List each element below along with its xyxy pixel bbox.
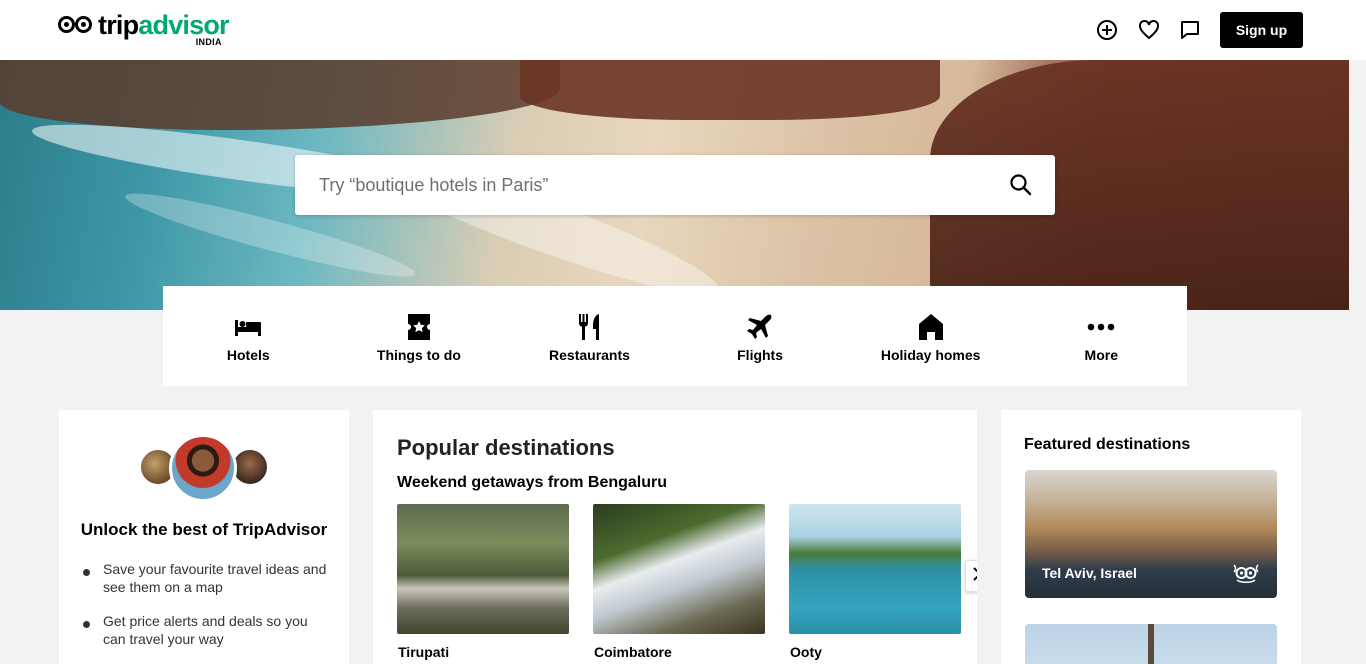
unlock-card: Unlock the best of TripAdvisor Save your…	[59, 410, 349, 664]
featured-destinations-card: Featured destinations Tel Aviv, Israel	[1001, 410, 1301, 664]
destination-image	[789, 504, 961, 634]
category-label: Things to do	[376, 347, 461, 363]
search-bar[interactable]	[295, 155, 1055, 215]
category-label: Holiday homes	[880, 347, 981, 363]
destination-name: Tirupati	[398, 644, 450, 660]
destination-image	[593, 504, 765, 634]
destination-name: Tel Aviv, Israel	[1042, 565, 1137, 581]
unlock-title: Unlock the best of TripAdvisor	[80, 520, 328, 539]
destination-card[interactable]: Ooty	[789, 504, 961, 660]
popular-destinations-card: Popular destinations Weekend getaways fr…	[373, 410, 977, 664]
benefits-list: Save your favourite travel ideas and see…	[83, 560, 333, 664]
list-item: Save your favourite travel ideas and see…	[83, 560, 333, 596]
carousel-next-button[interactable]	[965, 560, 977, 592]
category-flights[interactable]: Flights	[675, 286, 846, 386]
fork-knife-icon	[574, 313, 604, 341]
destination-name: Ooty	[790, 644, 822, 660]
logo-advisor: advisor	[138, 10, 229, 40]
category-label: Flights	[737, 347, 784, 363]
section-subtitle: Weekend getaways from Bengaluru	[397, 474, 667, 491]
search-icon[interactable]	[1009, 173, 1033, 197]
logo-region: INDIA	[195, 37, 222, 47]
destination-name: Coimbatore	[594, 644, 672, 660]
travellers-choice-badge-icon	[1231, 561, 1261, 585]
destination-image	[397, 504, 569, 634]
tripadvisor-logo[interactable]: tripadvisor INDIA	[58, 10, 230, 47]
ticket-star-icon	[404, 313, 434, 341]
category-restaurants[interactable]: Restaurants	[504, 286, 675, 386]
category-label: Hotels	[226, 347, 270, 363]
avatar	[169, 434, 237, 502]
bed-icon	[233, 313, 263, 341]
signup-button[interactable]: Sign up	[1220, 12, 1303, 48]
owl-logo-icon	[58, 14, 96, 36]
category-holiday-homes[interactable]: Holiday homes	[845, 286, 1016, 386]
plane-icon	[745, 313, 775, 341]
logo-trip: trip	[98, 10, 139, 40]
destination-card[interactable]: Coimbatore	[593, 504, 765, 660]
destination-image	[1148, 624, 1154, 664]
top-header: tripadvisor INDIA Sign up	[0, 0, 1366, 60]
category-more[interactable]: More	[1016, 286, 1187, 386]
category-things-to-do[interactable]: Things to do	[334, 286, 505, 386]
featured-destination-card[interactable]	[1025, 624, 1277, 664]
hero-banner	[0, 60, 1349, 310]
search-input[interactable]	[295, 155, 995, 215]
section-title: Popular destinations	[397, 435, 615, 460]
more-dots-icon	[1086, 313, 1116, 341]
category-label: More	[1084, 347, 1118, 363]
house-icon	[916, 313, 946, 341]
heart-icon[interactable]	[1137, 18, 1161, 42]
section-title: Featured destinations	[1024, 436, 1191, 453]
category-hotels[interactable]: Hotels	[163, 286, 334, 386]
chat-icon[interactable]	[1178, 18, 1202, 42]
chevron-right-icon	[972, 566, 977, 586]
featured-destination-card[interactable]: Tel Aviv, Israel	[1025, 470, 1277, 598]
category-label: Restaurants	[549, 347, 630, 363]
member-avatars	[139, 434, 269, 502]
add-circle-icon[interactable]	[1095, 18, 1119, 42]
list-item: Get price alerts and deals so you can tr…	[83, 612, 333, 648]
destination-card[interactable]: Tirupati	[397, 504, 569, 660]
category-bar: Hotels Things to do Restaurants Flights …	[163, 286, 1187, 386]
